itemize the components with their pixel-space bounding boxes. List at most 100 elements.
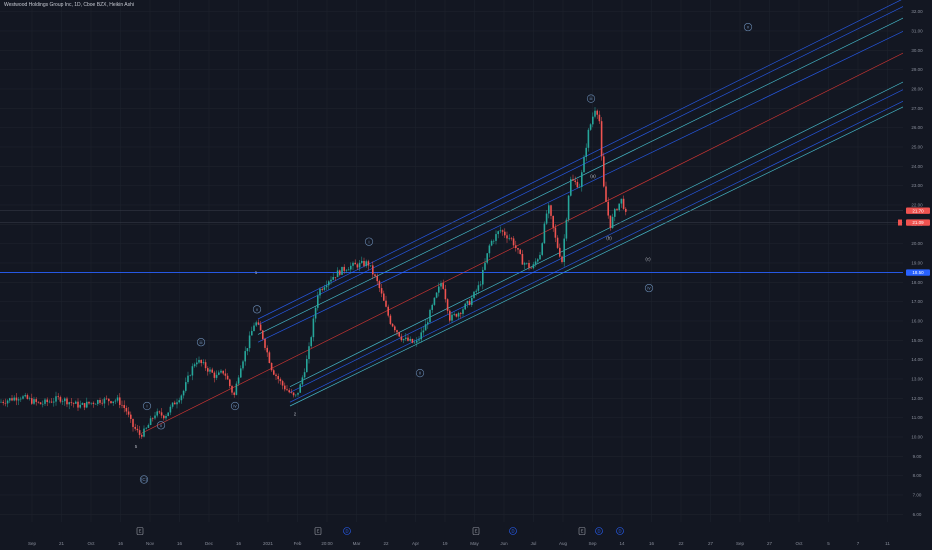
- candle-body: [70, 402, 73, 403]
- candle-body: [306, 359, 308, 373]
- candle-body: [444, 288, 447, 300]
- candle-body: [512, 238, 515, 246]
- candle-body: [112, 401, 114, 404]
- y-tick-label: 9.00: [913, 454, 922, 459]
- candle-body: [365, 261, 367, 266]
- candle-body: [209, 369, 211, 372]
- candle-body: [105, 398, 108, 400]
- candle-body: [28, 398, 31, 399]
- candle-body: [180, 395, 183, 401]
- y-tick-label: 11.00: [912, 415, 923, 420]
- candle-body: [334, 277, 337, 278]
- candle-body: [455, 313, 458, 317]
- y-tick-label: 20.00: [911, 241, 923, 246]
- candle-body: [9, 398, 11, 401]
- y-tick-label: 15.00: [911, 338, 923, 343]
- candle-body: [97, 399, 99, 404]
- candle-body: [266, 347, 268, 353]
- candle-body: [171, 402, 174, 407]
- wave-label: v: [256, 307, 259, 312]
- candle-body: [358, 262, 361, 268]
- candle-body: [167, 412, 169, 417]
- candle-body: [222, 370, 224, 374]
- candle-body: [460, 313, 462, 314]
- candle-body: [6, 400, 9, 404]
- candle-body: [356, 264, 359, 268]
- candle-body: [622, 198, 625, 209]
- price-chart[interactable]: 5(C)iiiiiiivv12iiiiii(a)(b)(c)ivv32.0031…: [0, 0, 932, 550]
- candle-body: [576, 181, 579, 188]
- candle-body: [418, 339, 420, 341]
- candle-body: [66, 398, 68, 405]
- x-tick-label: Apr: [412, 541, 420, 546]
- candle-body: [196, 362, 198, 365]
- candle-body: [257, 322, 260, 325]
- candle-body: [215, 374, 218, 378]
- y-tick-label: 6.00: [913, 512, 922, 517]
- x-tick-label: Oct: [87, 541, 95, 546]
- candle-body: [33, 399, 35, 404]
- chart-root[interactable]: 5 (C) i ii iii iv v 1 2 i ii iii (a) (b) (c) iv v 32.00 31…: [0, 0, 932, 550]
- event-marker-label: D: [597, 529, 600, 534]
- y-tick-label: 26.00: [911, 125, 923, 130]
- candle-body: [281, 381, 284, 386]
- y-tick-label: 22.00: [911, 203, 923, 208]
- candle-body: [449, 310, 451, 321]
- candle-body: [31, 398, 33, 404]
- candle-body: [152, 418, 154, 419]
- y-tick-label: 29.00: [911, 67, 923, 72]
- candle-body: [299, 384, 301, 393]
- candle-body: [387, 306, 389, 316]
- candle-body: [528, 262, 530, 268]
- candle-body: [312, 318, 315, 338]
- candle-body: [372, 265, 374, 275]
- candle-body: [556, 237, 559, 248]
- candle-body: [174, 402, 176, 405]
- x-tick-label: Dec: [205, 541, 214, 546]
- candle-body: [114, 400, 117, 402]
- candle-body: [611, 216, 614, 228]
- candle-body: [90, 402, 92, 404]
- candle-body: [143, 428, 145, 437]
- candle-body: [572, 179, 574, 181]
- candle-body: [198, 359, 200, 363]
- candle-body: [116, 397, 119, 401]
- candle-body: [242, 361, 244, 369]
- candle-body: [482, 269, 484, 285]
- candle-body: [510, 238, 513, 239]
- candle-body: [123, 405, 125, 408]
- event-marker-label: D: [345, 529, 348, 534]
- candle-body: [422, 330, 425, 333]
- candle-body: [275, 374, 277, 377]
- candle-body: [603, 156, 605, 187]
- candle-body: [224, 373, 227, 376]
- candle-body: [237, 377, 240, 384]
- candle-body: [618, 203, 620, 211]
- candle-body: [495, 234, 497, 241]
- candle-body: [539, 254, 541, 260]
- candle-body: [378, 281, 381, 289]
- x-tick-label: 22: [678, 541, 684, 546]
- candle-body: [264, 338, 266, 348]
- candle-body: [328, 281, 330, 286]
- candle-body: [53, 401, 55, 403]
- candle-body: [317, 295, 319, 308]
- candle-body: [248, 335, 251, 349]
- candle-body: [127, 411, 130, 415]
- candle-body: [284, 385, 286, 390]
- y-tick-label: 19.00: [911, 261, 923, 266]
- candle-body: [11, 398, 13, 401]
- candle-body: [119, 397, 121, 405]
- candle-body: [477, 285, 480, 291]
- x-tick-label: Sep: [588, 541, 597, 546]
- candle-body: [405, 337, 407, 339]
- candle-body: [350, 265, 352, 270]
- wave-label: i: [369, 239, 370, 244]
- candle-body: [433, 297, 436, 305]
- candle-body: [303, 372, 306, 378]
- candle-body: [251, 331, 253, 336]
- candle-body: [77, 401, 79, 408]
- candle-body: [163, 415, 165, 419]
- x-tick-label: Mar: [353, 541, 361, 546]
- y-tick-label: 17.00: [911, 299, 923, 304]
